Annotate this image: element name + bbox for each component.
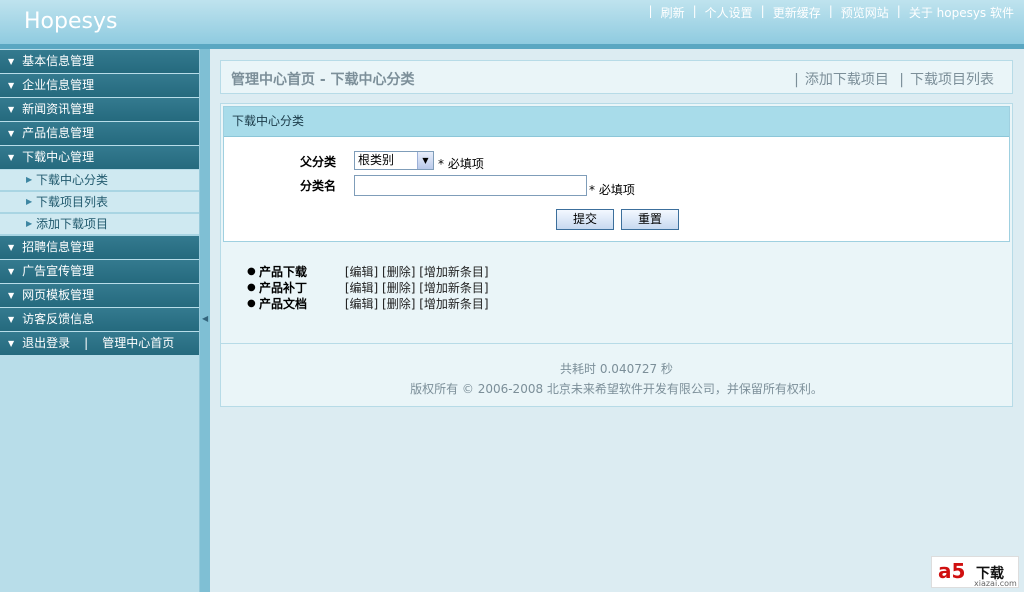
sidebar-item-basic-info[interactable]: ▼ 基本信息管理 bbox=[0, 50, 199, 74]
bullet-icon: ● bbox=[247, 266, 256, 277]
triangle-down-icon: ▼ bbox=[8, 315, 15, 324]
delete-link[interactable]: [删除] bbox=[382, 281, 415, 295]
reset-button[interactable]: 重置 bbox=[621, 209, 679, 230]
edit-link[interactable]: [编辑] bbox=[345, 265, 378, 279]
triangle-down-icon: ▼ bbox=[8, 291, 15, 300]
arrow-right-icon: ▶ bbox=[26, 175, 33, 184]
edit-link[interactable]: [编辑] bbox=[345, 297, 378, 311]
refresh-link[interactable]: 刷新 bbox=[661, 4, 685, 21]
sidebar-item-downloads[interactable]: ▼ 下载中心管理 bbox=[0, 146, 199, 170]
main-area: 管理中心首页 - 下载中心分类 | 添加下载项目 | 下载项目列表 下载中心分类 父… bbox=[210, 49, 1024, 592]
about-link[interactable]: 关于 hopesys 软件 bbox=[909, 4, 1014, 21]
personal-settings-link[interactable]: 个人设置 bbox=[705, 4, 753, 21]
triangle-down-icon: ▼ bbox=[8, 105, 15, 114]
preview-site-link[interactable]: 预览网站 bbox=[841, 4, 889, 21]
triangle-down-icon: ▼ bbox=[8, 81, 15, 90]
add-entry-link[interactable]: [增加新条目] bbox=[419, 281, 488, 295]
sidebar-item-products[interactable]: ▼ 产品信息管理 bbox=[0, 122, 199, 146]
admin-home-link[interactable]: 管理中心首页 bbox=[102, 332, 174, 355]
delete-link[interactable]: [删除] bbox=[382, 297, 415, 311]
sidebar-sub-download-list[interactable]: ▶ 下载项目列表 bbox=[0, 192, 199, 214]
sidebar-item-company-info[interactable]: ▼ 企业信息管理 bbox=[0, 74, 199, 98]
delete-link[interactable]: [删除] bbox=[382, 265, 415, 279]
triangle-down-icon: ▼ bbox=[8, 153, 15, 162]
arrow-right-icon: ▶ bbox=[26, 219, 33, 228]
watermark-logo: a5 下载 xiazai.com bbox=[931, 556, 1019, 588]
sidebar: ▼ 基本信息管理 ▼ 企业信息管理 ▼ 新闻资讯管理 ▼ 产品信息管理 ▼ 下载中心管理 … bbox=[0, 49, 200, 592]
top-links: | 刷新 | 个人设置 | 更新缓存 | 预览网站 | 关于 hopesys 软… bbox=[648, 4, 1014, 21]
triangle-down-icon: ▼ bbox=[8, 129, 15, 138]
sidebar-item-recruitment[interactable]: ▼ 招聘信息管理 bbox=[0, 236, 199, 260]
add-entry-link[interactable]: [增加新条目] bbox=[419, 297, 488, 311]
name-label: 分类名 bbox=[300, 179, 337, 193]
category-form: 下载中心分类 父分类 根类别 ▼ * 必填项 分类名 * 必填项 提交 重置 bbox=[223, 106, 1010, 242]
triangle-down-icon: ▼ bbox=[8, 267, 15, 276]
sidebar-item-advertising[interactable]: ▼ 广告宣传管理 bbox=[0, 260, 199, 284]
logout-link[interactable]: 退出登录 bbox=[22, 332, 70, 355]
parent-label: 父分类 bbox=[300, 155, 337, 169]
chevron-down-icon[interactable]: ▼ bbox=[417, 152, 433, 169]
sidebar-item-session: ▼ 退出登录 | 管理中心首页 bbox=[0, 332, 199, 356]
copyright: 版权所有 © 2006-2008 北京未来希望软件开发有限公司，并保留所有权利。 bbox=[410, 382, 823, 396]
triangle-down-icon: ▼ bbox=[8, 339, 15, 348]
elapsed-time: 共耗时 0.040727 秒 bbox=[560, 362, 673, 376]
breadcrumb: 管理中心首页 - 下载中心分类 bbox=[231, 72, 415, 88]
triangle-down-icon: ▼ bbox=[8, 243, 15, 252]
breadcrumb-links: | 添加下载项目 | 下载项目列表 bbox=[794, 72, 994, 88]
add-entry-link[interactable]: [增加新条目] bbox=[419, 265, 488, 279]
list-item: ● 产品文档 [编辑] [删除] [增加新条目] bbox=[247, 297, 489, 311]
bullet-icon: ● bbox=[247, 298, 256, 309]
parent-select[interactable]: 根类别 ▼ bbox=[354, 151, 434, 170]
sidebar-item-news[interactable]: ▼ 新闻资讯管理 bbox=[0, 98, 199, 122]
category-name-input[interactable] bbox=[354, 175, 587, 196]
list-item: ● 产品下载 [编辑] [删除] [增加新条目] bbox=[247, 265, 489, 279]
submit-button[interactable]: 提交 bbox=[556, 209, 614, 230]
sidebar-sub-download-category[interactable]: ▶ 下载中心分类 bbox=[0, 170, 199, 192]
add-download-link[interactable]: 添加下载项目 bbox=[805, 72, 889, 88]
app-logo: Hopesys bbox=[24, 9, 118, 34]
sidebar-sub-add-download[interactable]: ▶ 添加下载项目 bbox=[0, 214, 199, 236]
edit-link[interactable]: [编辑] bbox=[345, 281, 378, 295]
download-list-link[interactable]: 下载项目列表 bbox=[910, 72, 994, 88]
form-title: 下载中心分类 bbox=[224, 107, 1009, 137]
top-header: Hopesys | 刷新 | 个人设置 | 更新缓存 | 预览网站 | 关于 h… bbox=[0, 0, 1024, 44]
required-note: * 必填项 bbox=[438, 157, 484, 171]
update-cache-link[interactable]: 更新缓存 bbox=[773, 4, 821, 21]
list-item: ● 产品补丁 [编辑] [删除] [增加新条目] bbox=[247, 281, 489, 295]
breadcrumb-bar: 管理中心首页 - 下载中心分类 | 添加下载项目 | 下载项目列表 bbox=[220, 60, 1013, 94]
footer: 共耗时 0.040727 秒 版权所有 © 2006-2008 北京未来希望软件… bbox=[220, 343, 1013, 407]
content-panel: 下载中心分类 父分类 根类别 ▼ * 必填项 分类名 * 必填项 提交 重置 ●… bbox=[220, 103, 1013, 381]
category-list: ● 产品下载 [编辑] [删除] [增加新条目] ● 产品补丁 [编辑] [删除… bbox=[247, 264, 489, 312]
bullet-icon: ● bbox=[247, 282, 256, 293]
arrow-right-icon: ▶ bbox=[26, 197, 33, 206]
sidebar-item-templates[interactable]: ▼ 网页模板管理 bbox=[0, 284, 199, 308]
required-note: * 必填项 bbox=[589, 183, 635, 197]
sidebar-item-feedback[interactable]: ▼ 访客反馈信息 bbox=[0, 308, 199, 332]
triangle-down-icon: ▼ bbox=[8, 57, 15, 66]
name-row: 分类名 * 必填项 bbox=[224, 173, 1011, 197]
sidebar-collapse-bar[interactable]: ◀ bbox=[200, 49, 210, 592]
collapse-arrow-icon[interactable]: ◀ bbox=[202, 307, 208, 331]
parent-row: 父分类 根类别 ▼ * 必填项 bbox=[224, 149, 1011, 173]
